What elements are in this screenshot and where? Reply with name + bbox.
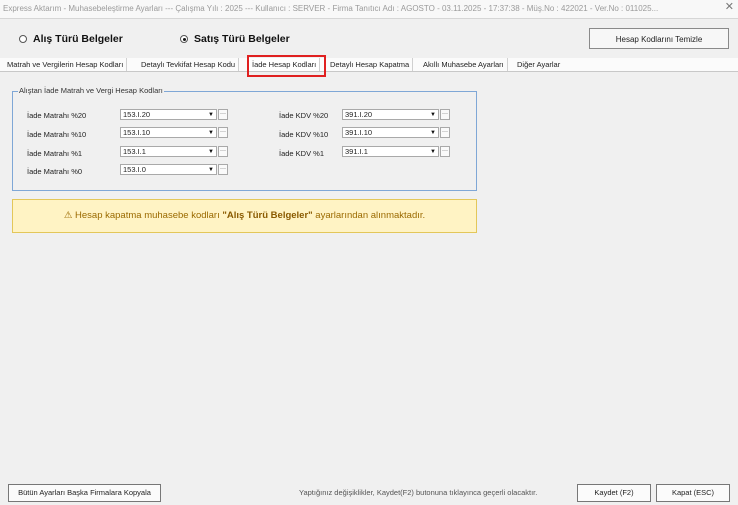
iade-matrahi-20-select[interactable]: 153.I.20 ▼ (120, 109, 217, 120)
iade-kdv-1-value: 391.I.1 (345, 147, 368, 156)
clear-account-codes-button[interactable]: Hesap Kodlarını Temizle (589, 28, 729, 49)
iade-kdv-20-value: 391.I.20 (345, 110, 373, 119)
copy-settings-button[interactable]: Bütün Ayarları Başka Firmalara Kopyala (8, 484, 161, 502)
radio-alis-turu[interactable]: Alış Türü Belgeler (19, 33, 123, 45)
iade-matrahi-20-value: 153.I.20 (123, 110, 151, 119)
iade-matrahi-10-label: İade Matrahı %10 (27, 130, 87, 139)
close-window-icon[interactable]: ✕ (725, 0, 734, 16)
info-notice: ⚠ Hesap kapatma muhasebe kodları "Alış T… (12, 199, 477, 233)
iade-matrahi-1-label: İade Matrahı %1 (27, 149, 83, 158)
dropdown-arrow-icon: ▼ (430, 149, 436, 155)
tab-detayli-tevkifat[interactable]: Detaylı Tevkifat Hesap Kodu (138, 58, 240, 71)
iade-matrahi-10-browse-button[interactable]: ··· (218, 127, 228, 138)
window-title: Express Aktarım - Muhasebeleştirme Ayarl… (3, 4, 659, 13)
settings-tabs: Matrah ve Vergilerin Hesap Kodları Detay… (0, 58, 738, 72)
iade-matrahi-0-select[interactable]: 153.I.0 ▼ (120, 164, 217, 175)
iade-kdv-20-select[interactable]: 391.I.20 ▼ (342, 109, 439, 120)
iade-kdv-10-browse-button[interactable]: ··· (440, 127, 450, 138)
dropdown-arrow-icon: ▼ (430, 130, 436, 136)
radio-unselected-icon (19, 35, 27, 43)
radio-satis-turu[interactable]: Satış Türü Belgeler (180, 33, 290, 45)
notice-bold: "Alış Türü Belgeler" (222, 210, 313, 221)
tab-detayli-hesap-kapatma[interactable]: Detaylı Hesap Kapatma (327, 58, 414, 71)
dropdown-arrow-icon: ▼ (208, 112, 214, 118)
iade-matrahi-1-select[interactable]: 153.I.1 ▼ (120, 146, 217, 157)
save-hint-text: Yaptığınız değişiklikler, Kaydet(F2) but… (299, 488, 538, 497)
close-button[interactable]: Kapat (ESC) (656, 484, 730, 502)
iade-matrahi-0-browse-button[interactable]: ··· (218, 164, 228, 175)
footer-bar: Bütün Ayarları Başka Firmalara Kopyala Y… (0, 472, 738, 505)
tab-diger-ayarlar[interactable]: Diğer Ayarlar (514, 58, 563, 71)
warning-icon: ⚠ (63, 210, 73, 221)
dropdown-arrow-icon: ▼ (208, 167, 214, 173)
iade-kdv-10-label: İade KDV %10 (279, 130, 329, 139)
iade-matrahi-1-value: 153.I.1 (123, 147, 146, 156)
iade-kdv-1-select[interactable]: 391.I.1 ▼ (342, 146, 439, 157)
document-type-band: Alış Türü Belgeler Satış Türü Belgeler H… (0, 18, 738, 59)
iade-kdv-10-value: 391.I.10 (345, 128, 373, 137)
iade-codes-group: Alıştan İade Matrah ve Vergi Hesap Kodla… (12, 86, 477, 191)
tab-iade-hesap-kodlari[interactable]: İade Hesap Kodları (249, 58, 321, 71)
dropdown-arrow-icon: ▼ (430, 112, 436, 118)
tab-matrah-vergi[interactable]: Matrah ve Vergilerin Hesap Kodları (4, 58, 128, 71)
iade-matrahi-20-label: İade Matrahı %20 (27, 111, 87, 120)
iade-kdv-10-select[interactable]: 391.I.10 ▼ (342, 127, 439, 138)
iade-kdv-1-browse-button[interactable]: ··· (440, 146, 450, 157)
iade-matrahi-0-label: İade Matrahı %0 (27, 167, 83, 176)
iade-matrahi-1-browse-button[interactable]: ··· (218, 146, 228, 157)
dropdown-arrow-icon: ▼ (208, 149, 214, 155)
iade-kdv-1-label: İade KDV %1 (279, 149, 325, 158)
save-button[interactable]: Kaydet (F2) (577, 484, 651, 502)
window-titlebar: Express Aktarım - Muhasebeleştirme Ayarl… (0, 0, 738, 18)
iade-matrahi-20-browse-button[interactable]: ··· (218, 109, 228, 120)
dropdown-arrow-icon: ▼ (208, 130, 214, 136)
radio-selected-icon (180, 35, 188, 43)
iade-matrahi-0-value: 153.I.0 (123, 165, 146, 174)
iade-matrahi-10-select[interactable]: 153.I.10 ▼ (120, 127, 217, 138)
iade-kdv-20-label: İade KDV %20 (279, 111, 329, 120)
iade-kdv-20-browse-button[interactable]: ··· (440, 109, 450, 120)
iade-matrahi-10-value: 153.I.10 (123, 128, 151, 137)
radio-satis-label: Satış Türü Belgeler (194, 33, 290, 45)
radio-alis-label: Alış Türü Belgeler (33, 33, 123, 45)
tab-akilli-muhasebe[interactable]: Akıllı Muhasebe Ayarları (420, 58, 508, 71)
notice-suffix: ayarlarından alınmaktadır. (312, 210, 426, 221)
group-title: Alıştan İade Matrah ve Vergi Hesap Kodla… (18, 86, 164, 95)
notice-prefix: Hesap kapatma muhasebe kodları (75, 210, 223, 221)
